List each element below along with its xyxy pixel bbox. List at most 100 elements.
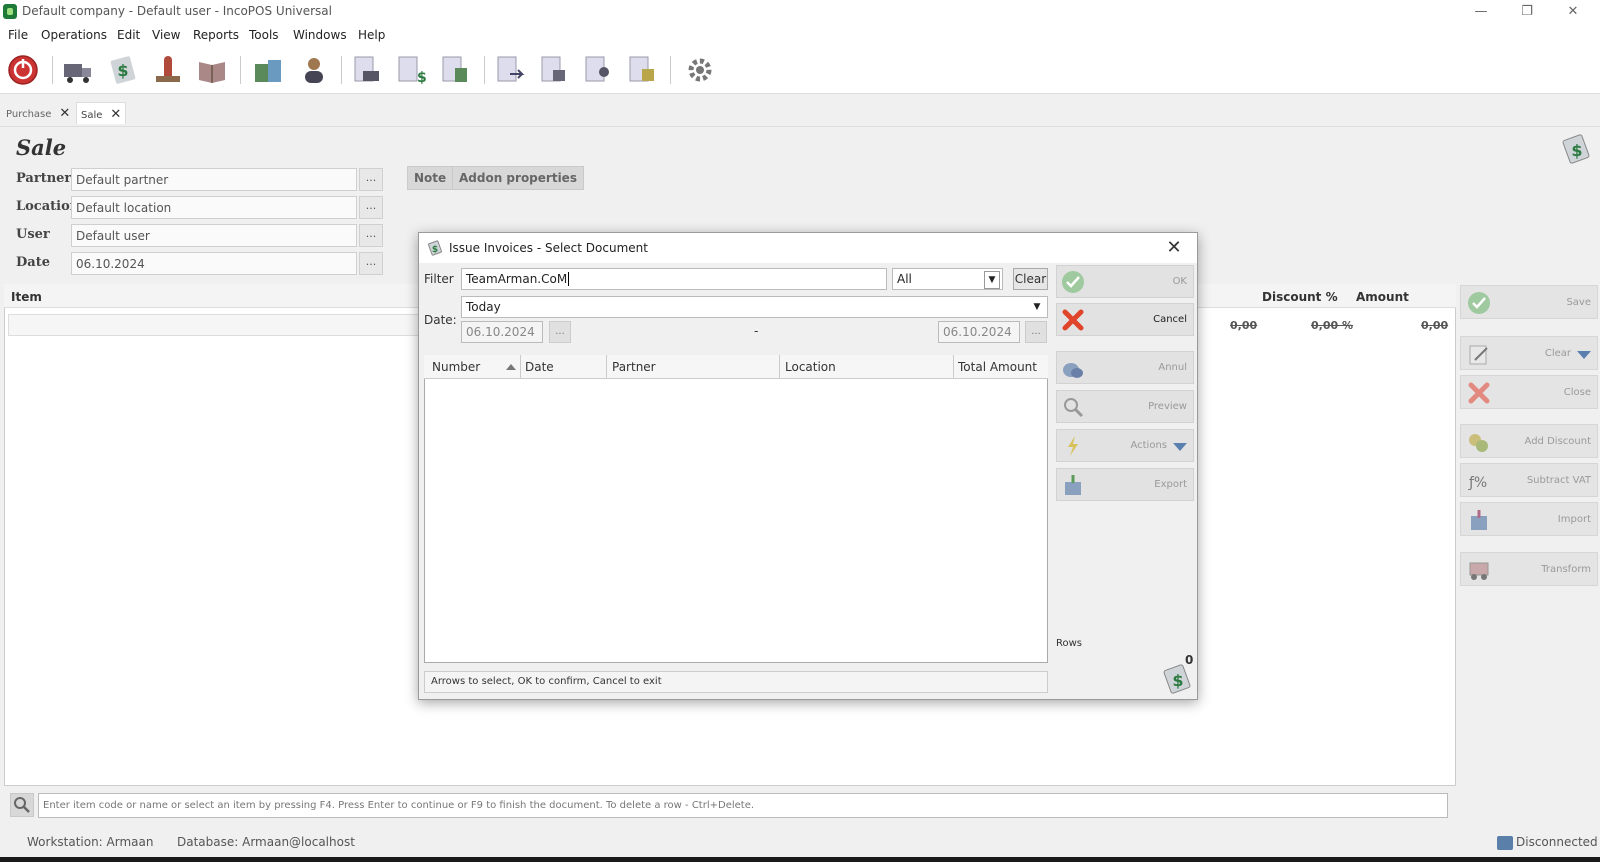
ok-button[interactable]: OK xyxy=(1056,265,1194,298)
annul-label: Annul xyxy=(1158,362,1187,373)
user-browse-button[interactable]: ... xyxy=(359,224,383,247)
app-logo-icon xyxy=(3,4,17,19)
menu-file[interactable]: File xyxy=(8,28,28,42)
close-tab-icon[interactable]: ✕ xyxy=(110,107,121,122)
save-button[interactable]: Save xyxy=(1460,285,1598,319)
tab-divider xyxy=(0,126,1600,127)
documents-grid-header: Number Date Partner Location Total Amoun… xyxy=(424,355,1048,379)
search-icon xyxy=(14,797,30,813)
maximize-button[interactable]: ❐ xyxy=(1504,0,1550,24)
toolbar-separator xyxy=(341,56,342,84)
period-select[interactable]: Today ▼ xyxy=(461,296,1048,318)
date-field[interactable]: 06.10.2024 xyxy=(71,252,357,275)
settings-gear-icon[interactable] xyxy=(684,54,716,86)
doc-boxes-icon[interactable] xyxy=(439,54,471,86)
menu-help[interactable]: Help xyxy=(358,28,385,42)
boxes-icon[interactable] xyxy=(252,54,284,86)
stamp-icon[interactable] xyxy=(152,54,184,86)
date-picker-button[interactable]: ... xyxy=(359,252,383,275)
connection-icon xyxy=(1497,836,1513,850)
date-from-picker-button[interactable]: ... xyxy=(549,321,571,343)
menu-tools[interactable]: Tools xyxy=(249,28,279,42)
number-column-header[interactable]: Number xyxy=(432,360,480,374)
close-label: Close xyxy=(1563,387,1591,398)
check-icon xyxy=(1467,291,1491,315)
close-x-icon xyxy=(1467,381,1491,405)
amount-column-header[interactable]: Amount xyxy=(1356,290,1409,304)
partner-field[interactable]: Default partner xyxy=(71,168,357,191)
svg-text:ƒ%: ƒ% xyxy=(1468,475,1487,491)
location-field[interactable]: Default location xyxy=(71,196,357,219)
item-search-input[interactable]: Enter item code or name or select an ite… xyxy=(38,793,1448,818)
book-icon[interactable] xyxy=(196,54,228,86)
user-field[interactable]: Default user xyxy=(71,224,357,247)
import-button[interactable]: Import xyxy=(1460,502,1598,536)
doc-people-icon[interactable] xyxy=(582,54,614,86)
location-browse-button[interactable]: ... xyxy=(359,196,383,219)
close-button[interactable]: Close xyxy=(1460,375,1598,409)
filter-input[interactable]: TeamArman.CoM xyxy=(461,268,887,290)
menu-operations[interactable]: Operations xyxy=(41,28,107,42)
dialog-close-button[interactable]: ✕ xyxy=(1159,236,1189,260)
dialog-hint: Arrows to select, OK to confirm, Cancel … xyxy=(424,671,1048,693)
doc-dollar-icon[interactable]: $ xyxy=(395,54,427,86)
close-window-button[interactable]: ✕ xyxy=(1550,0,1596,24)
minimize-button[interactable]: — xyxy=(1458,0,1504,24)
tab-label: Sale xyxy=(81,110,103,121)
item-search-button[interactable] xyxy=(10,793,34,817)
date-to-picker-button[interactable]: ... xyxy=(1025,321,1047,343)
note-button[interactable]: Note xyxy=(407,166,454,190)
export-button[interactable]: Export xyxy=(1056,468,1194,501)
date-to-field[interactable]: 06.10.2024 xyxy=(938,321,1020,343)
partner-column-header[interactable]: Partner xyxy=(612,360,656,374)
cancel-button[interactable]: Cancel xyxy=(1056,303,1194,336)
menu-view[interactable]: View xyxy=(152,28,180,42)
filter-label: Filter xyxy=(424,272,454,286)
transform-button[interactable]: Transform xyxy=(1460,552,1598,586)
doc-arrow2-icon[interactable] xyxy=(538,54,570,86)
power-icon[interactable] xyxy=(7,54,39,86)
close-tab-icon[interactable]: ✕ xyxy=(59,106,70,121)
check-icon xyxy=(1061,270,1085,294)
actions-button[interactable]: Actions xyxy=(1056,429,1194,462)
menu-edit[interactable]: Edit xyxy=(117,28,140,42)
documents-grid[interactable] xyxy=(424,355,1048,663)
vat-icon: ƒ% xyxy=(1467,469,1491,493)
total-amount-column-header[interactable]: Total Amount xyxy=(958,360,1037,374)
discount-column-header[interactable]: Discount % xyxy=(1262,290,1338,304)
preview-button[interactable]: Preview xyxy=(1056,390,1194,423)
sale-dollar-icon[interactable]: $ xyxy=(107,54,139,86)
user-icon[interactable] xyxy=(298,54,330,86)
clear-button[interactable]: Clear xyxy=(1460,336,1598,370)
filter-clear-button[interactable]: Clear xyxy=(1013,268,1048,290)
item-column-header[interactable]: Item xyxy=(11,290,42,304)
addon-properties-button[interactable]: Addon properties xyxy=(452,166,584,190)
location-column-header[interactable]: Location xyxy=(785,360,836,374)
tab-purchase[interactable]: Purchase ✕ xyxy=(2,102,74,124)
date-range-label: Date: xyxy=(424,313,457,327)
magnifier-icon xyxy=(1061,395,1085,419)
doc-cube-icon[interactable] xyxy=(626,54,658,86)
eraser-icon xyxy=(1467,342,1491,366)
chevron-down-icon[interactable]: ▼ xyxy=(1029,299,1045,317)
toolbar-separator xyxy=(52,56,53,84)
filter-scope-select[interactable]: All ▼ xyxy=(892,268,1003,290)
date-column-header[interactable]: Date xyxy=(525,360,554,374)
date-from-field[interactable]: 06.10.2024 xyxy=(461,321,543,343)
menu-reports[interactable]: Reports xyxy=(193,28,239,42)
toolbar-separator xyxy=(484,56,485,84)
add-discount-button[interactable]: Add Discount xyxy=(1460,424,1598,458)
subtract-vat-button[interactable]: ƒ% Subtract VAT xyxy=(1460,463,1598,497)
annul-icon xyxy=(1061,356,1085,380)
partner-browse-button[interactable]: ... xyxy=(359,168,383,191)
menu-windows[interactable]: Windows xyxy=(293,28,347,42)
annul-button[interactable]: Annul xyxy=(1056,351,1194,384)
row-value: 0,00 xyxy=(1230,319,1258,332)
item-entry-row[interactable] xyxy=(8,314,420,336)
doc-truck-icon[interactable] xyxy=(351,54,383,86)
chevron-down-icon[interactable]: ▼ xyxy=(984,271,1000,289)
truck-icon[interactable] xyxy=(62,54,94,86)
tab-sale[interactable]: Sale ✕ xyxy=(76,102,127,124)
ok-label: OK xyxy=(1172,276,1187,287)
doc-arrow-icon[interactable] xyxy=(494,54,526,86)
